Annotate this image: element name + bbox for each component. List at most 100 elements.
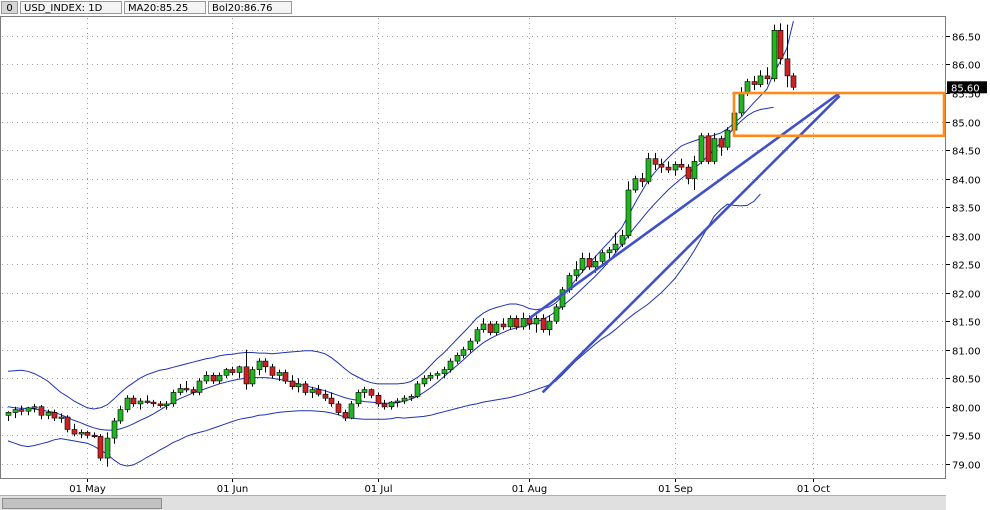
- candle-body-down: [790, 75, 797, 88]
- y-tick-label: 83.50: [952, 204, 981, 215]
- y-tick-label: 86.00: [952, 61, 981, 72]
- candle-body-down: [586, 258, 593, 268]
- candle-body-down: [289, 380, 296, 387]
- candle-body-up: [612, 243, 619, 251]
- candle-body-up: [573, 269, 580, 276]
- candle-body-up: [480, 323, 487, 330]
- price-chart[interactable]: 79.00 79.50 80.00 80.50 81.00 81.50 82.00 82.50…: [0, 0, 990, 510]
- y-tick-label: 82.00: [952, 290, 981, 301]
- y-tick-label: 83.00: [952, 233, 981, 244]
- y-tick-label: 80.00: [952, 404, 981, 415]
- horizontal-scrollbar[interactable]: [0, 495, 946, 510]
- candle-body-up: [104, 437, 111, 459]
- ma20-readout: MA20:85.25: [124, 1, 206, 14]
- candle-body-up: [348, 403, 355, 419]
- candle-body-up: [309, 389, 316, 393]
- candle-body-up: [619, 235, 626, 245]
- last-price-label: 85.60: [951, 83, 980, 94]
- candle-body-up: [124, 397, 131, 410]
- chart-window: 79.00 79.50 80.00 80.50 81.00 81.50 82.00 82.50…: [0, 0, 990, 510]
- candle-body-up: [401, 397, 408, 402]
- candle-body-down: [685, 166, 692, 179]
- candle-body-up: [78, 432, 85, 435]
- candle-body-up: [771, 29, 778, 80]
- candle-body-down: [64, 416, 71, 430]
- candle-body-up: [117, 409, 124, 422]
- candle-body-down: [269, 366, 276, 376]
- candle-body-down: [540, 317, 547, 330]
- candle-body-down: [84, 432, 91, 436]
- candle-body-up: [31, 406, 38, 409]
- candle-body-up: [45, 412, 52, 416]
- candle-body-down: [705, 135, 712, 162]
- y-tick-label: 84.00: [952, 176, 981, 187]
- candle: [625, 181, 632, 239]
- candle-body-up: [236, 366, 243, 373]
- candle-body-up: [177, 388, 184, 393]
- candle-body-down: [144, 400, 151, 403]
- candle-body-down: [342, 412, 349, 419]
- candle-body-up: [454, 355, 461, 362]
- candle: [698, 132, 705, 165]
- candle-body-down: [229, 369, 236, 373]
- candle-body-down: [190, 389, 197, 393]
- candle-body-down: [18, 409, 25, 412]
- candle-body-down: [513, 317, 520, 328]
- candle-body-down: [328, 397, 335, 405]
- y-tick-label: 79.00: [952, 461, 981, 472]
- candle-body-up: [632, 178, 639, 191]
- candle-body-down: [97, 436, 104, 459]
- candle-body-up: [447, 360, 454, 371]
- candle-body-down: [51, 412, 58, 419]
- x-tick-label: 01 Jul: [365, 484, 393, 495]
- candle-body-up: [111, 420, 118, 439]
- candle-body-down: [130, 397, 137, 405]
- candle-body-up: [170, 392, 177, 405]
- candle-body-up: [744, 81, 751, 94]
- candle-body-up: [467, 340, 474, 351]
- candle-body-up: [579, 258, 586, 271]
- candle-body-up: [434, 373, 441, 376]
- candle-body-up: [625, 189, 632, 236]
- candle-body-down: [381, 403, 388, 408]
- candle-body-down: [335, 403, 342, 413]
- candle-body-up: [698, 135, 705, 162]
- candle: [559, 286, 566, 310]
- y-tick-label: 79.50: [952, 432, 981, 443]
- candle-body-down: [652, 158, 659, 165]
- candle-body-up: [493, 323, 500, 333]
- candle-body-down: [500, 323, 507, 328]
- candle-body-up: [203, 374, 210, 382]
- candle-body-down: [38, 406, 45, 416]
- candle-body-up: [295, 383, 302, 388]
- symbol-menu-icon[interactable]: 0: [1, 1, 18, 14]
- candle-body-down: [243, 366, 250, 385]
- candle-body-up: [196, 380, 203, 393]
- candle-body-up: [256, 360, 263, 371]
- candle-body-up: [249, 369, 256, 385]
- candle-body-down: [183, 388, 190, 391]
- candle-body-up: [394, 400, 401, 403]
- candle-body-down: [157, 403, 164, 406]
- candle-body-up: [223, 369, 230, 376]
- candle-body-up: [12, 409, 19, 413]
- candle-body-up: [592, 260, 599, 268]
- candle-body-up: [5, 412, 12, 416]
- candle-body-up: [421, 377, 428, 385]
- y-tick-label: 82.50: [952, 261, 981, 272]
- chart-header: 0 USD_INDEX: 1D MA20:85.25 Bol20:86.76: [0, 0, 990, 16]
- candle-body-up: [355, 392, 362, 405]
- candle-body-up: [25, 407, 32, 412]
- candle-body-down: [777, 29, 784, 60]
- candle-body-up: [276, 372, 283, 376]
- scrollbar-thumb[interactable]: [2, 498, 162, 509]
- candle-body-up: [520, 317, 527, 328]
- candle-body-up: [408, 396, 415, 399]
- candle-body-down: [368, 389, 375, 396]
- candle-body-up: [361, 389, 368, 393]
- candle-body-up: [691, 161, 698, 179]
- candle-body-down: [784, 58, 791, 77]
- candle-body-up: [711, 138, 718, 162]
- plot-area: [0, 16, 946, 479]
- candle-body-down: [751, 81, 758, 85]
